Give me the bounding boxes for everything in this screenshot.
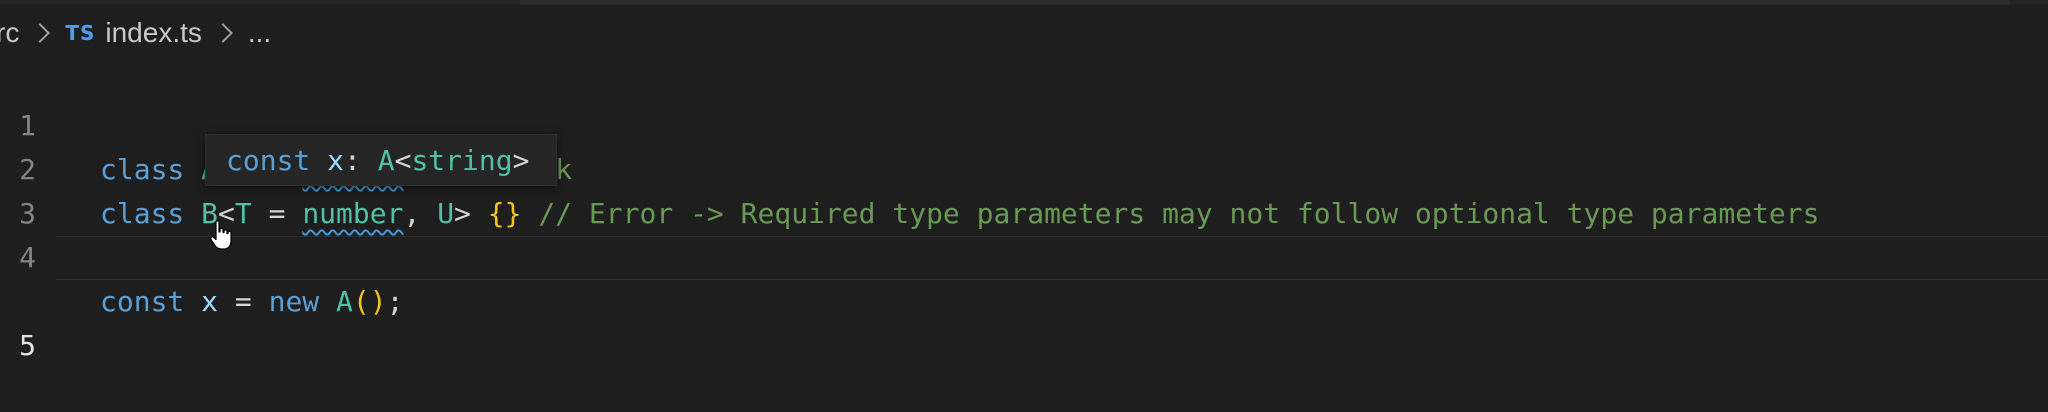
code-content: const x = new A();: [100, 280, 403, 324]
keyword-new: new: [268, 285, 320, 318]
tooltip-angle-open: <: [394, 144, 412, 177]
breadcrumb-file[interactable]: index.ts: [105, 17, 202, 49]
paren-close: ): [369, 285, 387, 318]
tooltip-colon: :: [344, 144, 378, 177]
class-name: A: [336, 285, 353, 318]
horizontal-scroll-thumb[interactable]: [520, 0, 2010, 5]
breadcrumb-folder[interactable]: rc: [0, 17, 19, 49]
semicolon: ;: [386, 285, 404, 318]
paren-open: (: [352, 285, 370, 318]
code-line-1[interactable]: 1 class A<T = string> {} // Ok: [0, 60, 2048, 186]
hover-tooltip: const x: A<string>: [205, 134, 557, 186]
chevron-right-icon: [30, 23, 51, 43]
current-line-highlight: [56, 236, 2048, 280]
equals: =: [218, 285, 269, 318]
editor-top-scrollbar[interactable]: [0, 0, 2048, 5]
chevron-right-icon: [212, 23, 233, 43]
variable-x[interactable]: x: [201, 285, 218, 318]
tooltip-keyword: const: [226, 144, 311, 177]
tooltip-type-name: A: [377, 144, 395, 177]
tooltip-angle-close: >: [512, 144, 530, 177]
breadcrumb: rc TS index.ts ...: [0, 10, 271, 56]
tooltip-type-arg: string: [411, 144, 513, 177]
breadcrumb-symbols[interactable]: ...: [248, 17, 271, 49]
tooltip-variable: x: [327, 144, 345, 177]
typescript-file-icon: TS: [65, 21, 96, 45]
hand-pointer-icon: [210, 220, 232, 250]
line-number: 5: [19, 329, 36, 362]
code-line-4[interactable]: 4 const x = new A();: [0, 192, 2048, 318]
code-line-5[interactable]: 5: [0, 236, 2048, 362]
keyword-const: const: [100, 285, 185, 318]
